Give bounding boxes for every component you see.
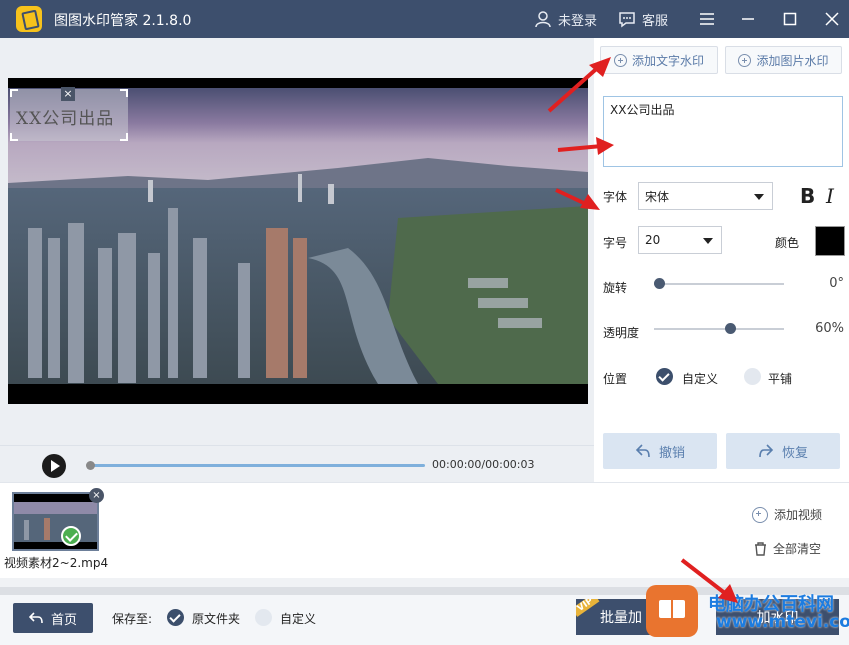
save-original-radio[interactable] <box>167 609 184 626</box>
add-video-button[interactable]: 添加视频 <box>752 506 822 523</box>
save-to-label: 保存至: <box>112 612 153 626</box>
video-panel: XX公司出品 × 00:00:00/00:00:03 <box>0 38 594 482</box>
minimize-button[interactable] <box>737 8 759 30</box>
tab-add-image-watermark[interactable]: 添加图片水印 <box>725 46 842 74</box>
menu-icon <box>700 13 714 25</box>
back-arrow-icon <box>28 612 43 624</box>
size-label: 字号 <box>603 236 628 250</box>
seek-bar[interactable] <box>86 461 425 470</box>
user-icon <box>535 11 551 28</box>
add-video-label: 添加视频 <box>774 508 823 522</box>
red-arrow-icon <box>547 57 611 113</box>
service-label: 客服 <box>642 13 669 29</box>
undo-label: 撤销 <box>658 445 685 461</box>
thumbnail-image <box>14 494 97 549</box>
vip-badge: VIP <box>576 599 600 617</box>
opacity-slider[interactable] <box>654 328 784 330</box>
opacity-slider-handle[interactable] <box>725 323 737 334</box>
rotation-slider-handle[interactable] <box>654 278 665 289</box>
redo-icon <box>759 444 774 458</box>
caret-down-icon <box>754 194 764 200</box>
size-value: 20 <box>645 233 661 247</box>
tab-label: 添加文字水印 <box>631 53 704 68</box>
circle-plus-icon <box>752 506 768 523</box>
save-custom-label: 自定义 <box>280 612 317 626</box>
size-select[interactable]: 20 <box>638 226 722 254</box>
save-custom-radio[interactable] <box>255 609 272 626</box>
bold-toggle[interactable]: B <box>800 184 815 208</box>
color-label: 颜色 <box>775 236 800 250</box>
clear-all-button[interactable]: 全部清空 <box>754 540 821 557</box>
rotation-value: 0° <box>829 276 844 291</box>
watermark-remove-icon[interactable]: × <box>61 87 75 101</box>
close-icon <box>825 12 839 26</box>
login-button[interactable]: 未登录 <box>534 9 597 29</box>
position-label: 位置 <box>603 372 628 386</box>
undo-button[interactable]: 撤销 <box>603 433 717 469</box>
clear-all-label: 全部清空 <box>773 542 822 556</box>
watermark-preview-text: XX公司出品 <box>16 109 115 129</box>
maximize-icon <box>783 12 797 26</box>
watermark-overlay[interactable]: XX公司出品 × <box>10 87 128 141</box>
opacity-value: 60% <box>815 321 844 336</box>
chat-icon <box>619 12 635 28</box>
undo-icon <box>635 444 650 458</box>
rotation-slider[interactable] <box>654 283 784 285</box>
font-select[interactable]: 宋体 <box>638 182 773 210</box>
position-custom-label: 自定义 <box>682 372 719 386</box>
menu-button[interactable] <box>696 8 718 30</box>
opacity-label: 透明度 <box>603 326 640 340</box>
rotation-label: 旋转 <box>603 281 628 295</box>
check-icon <box>61 526 81 546</box>
settings-panel: 添加文字水印 添加图片水印 XX公司出品 字体 宋体 B I 字号 20 颜色 … <box>594 38 849 482</box>
position-custom-radio[interactable] <box>656 368 673 385</box>
play-icon[interactable] <box>42 454 66 478</box>
home-label: 首页 <box>50 612 77 628</box>
italic-toggle[interactable]: I <box>826 184 834 208</box>
redo-button[interactable]: 恢复 <box>726 433 840 469</box>
resize-handle-bottom-right[interactable] <box>120 133 128 141</box>
caret-down-icon <box>703 238 713 244</box>
redo-label: 恢复 <box>781 445 808 461</box>
red-arrow-icon <box>680 558 738 603</box>
trash-icon <box>755 541 766 556</box>
tab-label: 添加图片水印 <box>756 53 829 68</box>
batch-label: 批量加 <box>600 610 642 626</box>
minimize-icon <box>742 18 754 20</box>
maximize-button[interactable] <box>779 8 801 30</box>
player-controls: 00:00:00/00:00:03 <box>0 445 594 483</box>
red-arrow-icon <box>555 188 600 210</box>
red-arrow-icon <box>557 137 614 155</box>
home-button[interactable]: 首页 <box>13 603 93 633</box>
resize-handle-top-left[interactable] <box>10 89 18 97</box>
app-logo-icon <box>16 6 42 32</box>
resize-handle-top-right[interactable] <box>120 89 128 97</box>
video-thumbnail[interactable] <box>12 492 99 551</box>
save-original-label: 原文件夹 <box>192 612 241 626</box>
resize-handle-bottom-left[interactable] <box>10 133 18 141</box>
font-value: 宋体 <box>645 189 670 204</box>
title-bar: 图图水印管家 2.1.8.0 未登录 客服 <box>0 0 849 38</box>
tab-add-text-watermark[interactable]: 添加文字水印 <box>600 46 718 74</box>
font-label: 字体 <box>603 190 628 204</box>
video-preview[interactable]: XX公司出品 × <box>8 78 588 404</box>
time-display: 00:00:00/00:00:03 <box>432 458 535 471</box>
watermark-text-input[interactable]: XX公司出品 <box>603 96 843 167</box>
close-button[interactable] <box>821 8 843 30</box>
remove-file-icon[interactable]: × <box>89 488 104 503</box>
service-button[interactable]: 客服 <box>618 9 668 29</box>
file-name: 视频素材2~2.mp4 <box>4 556 109 570</box>
position-tile-radio[interactable] <box>744 368 761 385</box>
app-title: 图图水印管家 2.1.8.0 <box>54 13 192 29</box>
circle-plus-icon <box>738 53 752 67</box>
circle-plus-icon <box>613 53 627 67</box>
site-url-text: www.mtevi.com <box>716 612 849 632</box>
login-label: 未登录 <box>558 13 598 29</box>
color-picker[interactable] <box>815 226 845 256</box>
position-tile-label: 平铺 <box>768 372 793 386</box>
seek-handle[interactable] <box>86 461 95 470</box>
